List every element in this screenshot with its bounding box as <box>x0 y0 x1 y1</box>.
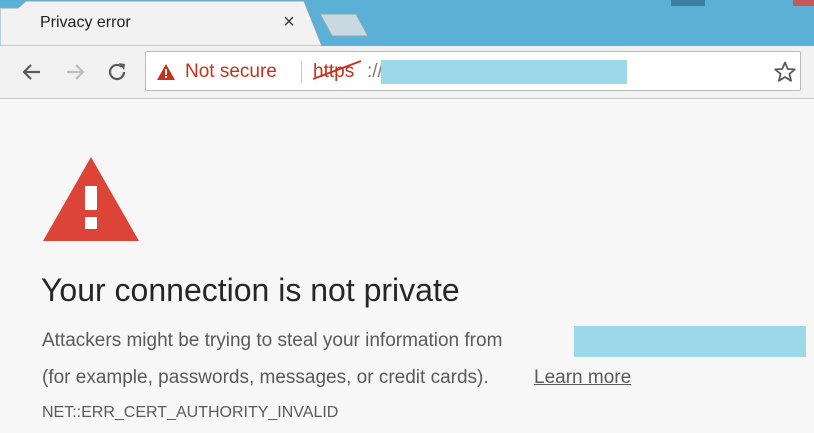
arrow-left-icon <box>22 64 40 80</box>
tab-close-icon[interactable]: × <box>279 12 299 32</box>
scheme-strikethrough <box>312 60 362 80</box>
error-code: NET::ERR_CERT_AUTHORITY_INVALID <box>42 404 339 421</box>
address-bar[interactable]: Not secure https :// <box>145 51 801 91</box>
security-status-chip[interactable]: Not secure <box>185 61 277 83</box>
title-bar: Privacy error × <box>0 0 814 46</box>
arrow-right-icon <box>67 64 85 80</box>
star-icon[interactable] <box>774 61 796 83</box>
description-line-2: (for example, passwords, messages, or cr… <box>42 367 489 388</box>
warning-triangle-icon <box>157 64 175 80</box>
new-tab-button[interactable] <box>318 12 370 38</box>
redacted-url <box>381 60 627 84</box>
description-line-1: Attackers might be trying to steal your … <box>42 330 503 351</box>
learn-more-link[interactable]: Learn more <box>534 367 631 389</box>
warning-triangle-icon <box>43 157 139 241</box>
back-button[interactable] <box>19 59 45 85</box>
browser-toolbar: Not secure https :// <box>0 46 814 99</box>
minimize-button[interactable] <box>671 0 705 6</box>
forward-button[interactable] <box>62 59 88 85</box>
tab-title: Privacy error <box>40 14 131 31</box>
redacted-hostname <box>574 326 806 357</box>
page-heading: Your connection is not private <box>41 272 460 308</box>
omnibox-divider <box>301 61 302 83</box>
close-window-button[interactable] <box>793 0 814 6</box>
reload-icon <box>108 63 126 81</box>
reload-button[interactable] <box>104 59 130 85</box>
